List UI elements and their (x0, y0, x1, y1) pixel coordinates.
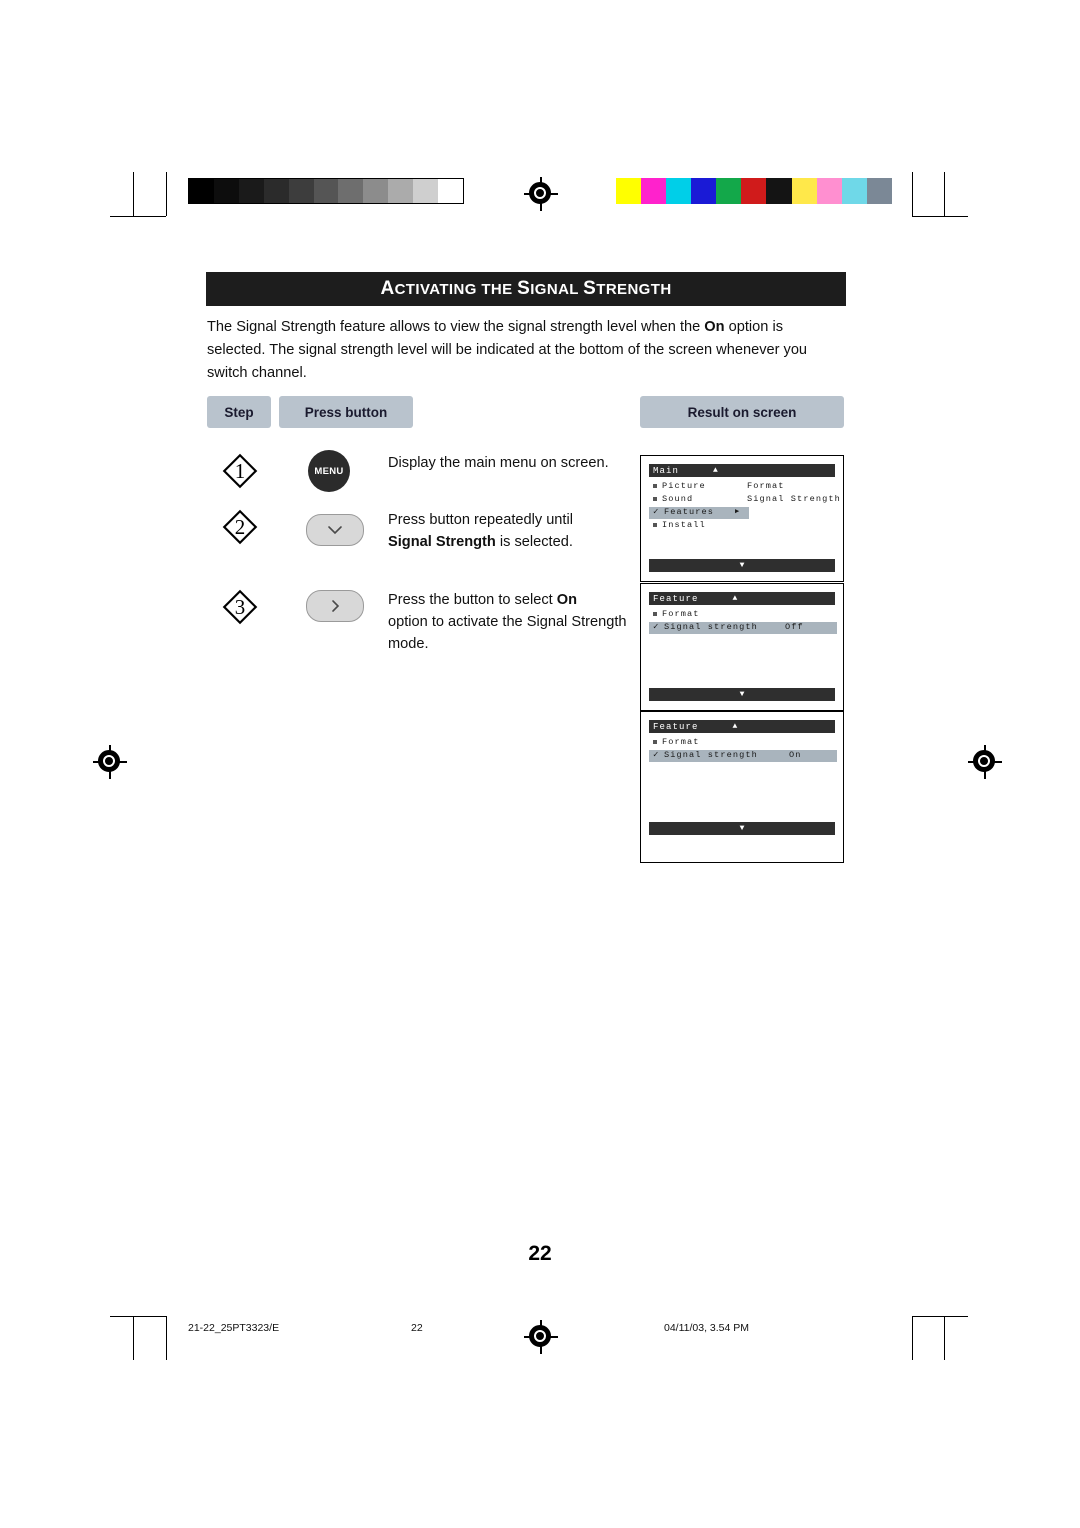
page-number: 22 (528, 1242, 552, 1265)
registration-target-bottom (524, 1320, 558, 1354)
registration-target-top (524, 177, 558, 211)
check-icon: ✓ (653, 622, 660, 632)
intro-line2: selected. The signal strength level will… (207, 342, 808, 358)
intro-line1-a: The Signal Strength feature allows to vi… (207, 319, 705, 335)
step-3-instruction: Press the button to select On option to … (388, 589, 658, 655)
osd-main-col2-signal-strength: Signal Strength (747, 494, 841, 504)
osd-main-up-arrow-icon: ▲ (713, 466, 718, 475)
osd-feature-off-title: Feature (653, 593, 699, 604)
page-title: ACTIVATING THE SIGNAL STRENGTH (380, 278, 672, 299)
osd-main-row-features[interactable]: ✓ Features (653, 507, 714, 517)
osd-main-title: Main (653, 465, 680, 476)
bullet-icon (653, 740, 657, 744)
step-number-2: 2 (214, 509, 266, 545)
osd-feature-on-row-format-label: Format (662, 737, 700, 747)
intro-line1-b: option is (724, 319, 783, 335)
osd-screen-feature-off: Feature ▲ Format ✓ Signal strength Off ▼ (640, 583, 844, 711)
osd-main-row-install-label: Install (662, 520, 706, 530)
step-number-1-label: 1 (234, 458, 246, 483)
column-header-press-button: Press button (279, 396, 413, 428)
osd-feature-off-row-signal-strength[interactable]: ✓ Signal strength (653, 622, 758, 632)
page-title-band: ACTIVATING THE SIGNAL STRENGTH (206, 272, 846, 306)
menu-button[interactable]: MENU (308, 450, 350, 492)
intro-on-keyword: On (704, 319, 725, 335)
osd-main-bottom-bar: ▼ (649, 559, 835, 572)
osd-main-title-bar: Main ▲ (649, 464, 835, 477)
step-3-instruction-text-a: Press the button to select (388, 592, 557, 608)
osd-screen-feature-on: Feature ▲ Format ✓ Signal strength On ▼ (640, 711, 844, 863)
registration-target-right (968, 745, 1002, 779)
color-calibration-strip (616, 178, 892, 204)
step-2-instruction-bold: Signal Strength (388, 534, 496, 550)
osd-feature-off-row-format-label: Format (662, 609, 700, 619)
bullet-icon (653, 523, 657, 527)
step-number-3: 3 (214, 589, 266, 625)
osd-main-row-sound-label: Sound (662, 494, 694, 504)
bullet-icon (653, 497, 657, 501)
registration-target-left (93, 745, 127, 779)
step-number-3-label: 3 (234, 594, 246, 619)
bullet-icon (653, 612, 657, 616)
step-2-instruction-text-b: is selected. (495, 534, 573, 550)
step-number-2-label: 2 (234, 514, 246, 539)
step-2-instruction-text-a: Press button repeatedly until (388, 512, 573, 528)
osd-main-col2-format: Format (747, 481, 785, 491)
step-number-1: 1 (214, 453, 266, 489)
osd-feature-off-row-signal-strength-label: Signal strength (664, 622, 758, 632)
osd-main-row-features-arrow-icon: ▶ (735, 508, 741, 516)
osd-feature-off-down-arrow-icon: ▼ (739, 690, 745, 699)
step-1-instruction-text: Display the main menu on screen. (388, 455, 609, 471)
bullet-icon (653, 484, 657, 488)
osd-feature-off-row-format[interactable]: Format (653, 609, 700, 619)
chevron-down-icon (327, 524, 343, 536)
osd-feature-off-bottom-bar: ▼ (649, 688, 835, 701)
cursor-right-button[interactable] (306, 590, 364, 622)
osd-feature-on-row-format[interactable]: Format (653, 737, 700, 747)
chevron-right-icon (329, 598, 341, 614)
column-header-result-on-screen: Result on screen (640, 396, 844, 428)
step-3-instruction-text-b: option to activate the Signal Strength (388, 614, 627, 630)
check-icon: ✓ (653, 507, 660, 517)
osd-feature-on-row-signal-strength[interactable]: ✓ Signal strength (653, 750, 758, 760)
column-header-step: Step (207, 396, 271, 428)
osd-main-down-arrow-icon: ▼ (739, 561, 745, 570)
osd-feature-on-down-arrow-icon: ▼ (739, 824, 745, 833)
check-icon: ✓ (653, 750, 660, 760)
osd-feature-off-title-bar: Feature ▲ (649, 592, 835, 605)
osd-feature-off-value: Off (785, 622, 804, 632)
osd-main-row-picture[interactable]: Picture (653, 481, 706, 491)
footer-center: 22 (411, 1322, 423, 1334)
osd-feature-on-title-bar: Feature ▲ (649, 720, 835, 733)
menu-button-label: MENU (314, 465, 344, 477)
intro-line3: switch channel. (207, 365, 307, 381)
step-3-instruction-text-c: mode. (388, 636, 429, 652)
grayscale-calibration-strip (188, 178, 464, 204)
osd-feature-on-title: Feature (653, 721, 699, 732)
osd-feature-on-bottom-bar: ▼ (649, 822, 835, 835)
osd-main-row-sound[interactable]: Sound (653, 494, 693, 504)
osd-main-row-features-label: Features (664, 507, 715, 517)
cursor-down-button[interactable] (306, 514, 364, 546)
step-1-instruction: Display the main menu on screen. (388, 452, 628, 474)
step-2-instruction: Press button repeatedly until Signal Str… (388, 509, 638, 553)
step-3-instruction-bold: On (556, 592, 578, 608)
osd-feature-on-up-arrow-icon: ▲ (732, 722, 738, 731)
osd-feature-on-row-signal-strength-label: Signal strength (664, 750, 758, 760)
osd-feature-off-up-arrow-icon: ▲ (732, 594, 738, 603)
intro-paragraph: The Signal Strength feature allows to vi… (207, 316, 847, 385)
osd-main-row-picture-label: Picture (662, 481, 706, 491)
footer-left: 21-22_25PT3323/E (188, 1322, 280, 1334)
osd-main-row-install[interactable]: Install (653, 520, 706, 530)
osd-feature-on-value: On (789, 750, 802, 760)
footer-right: 04/11/03, 3.54 PM (664, 1322, 750, 1334)
osd-screen-main: Main ▲ Picture Format Sound Signal Stren… (640, 455, 844, 582)
